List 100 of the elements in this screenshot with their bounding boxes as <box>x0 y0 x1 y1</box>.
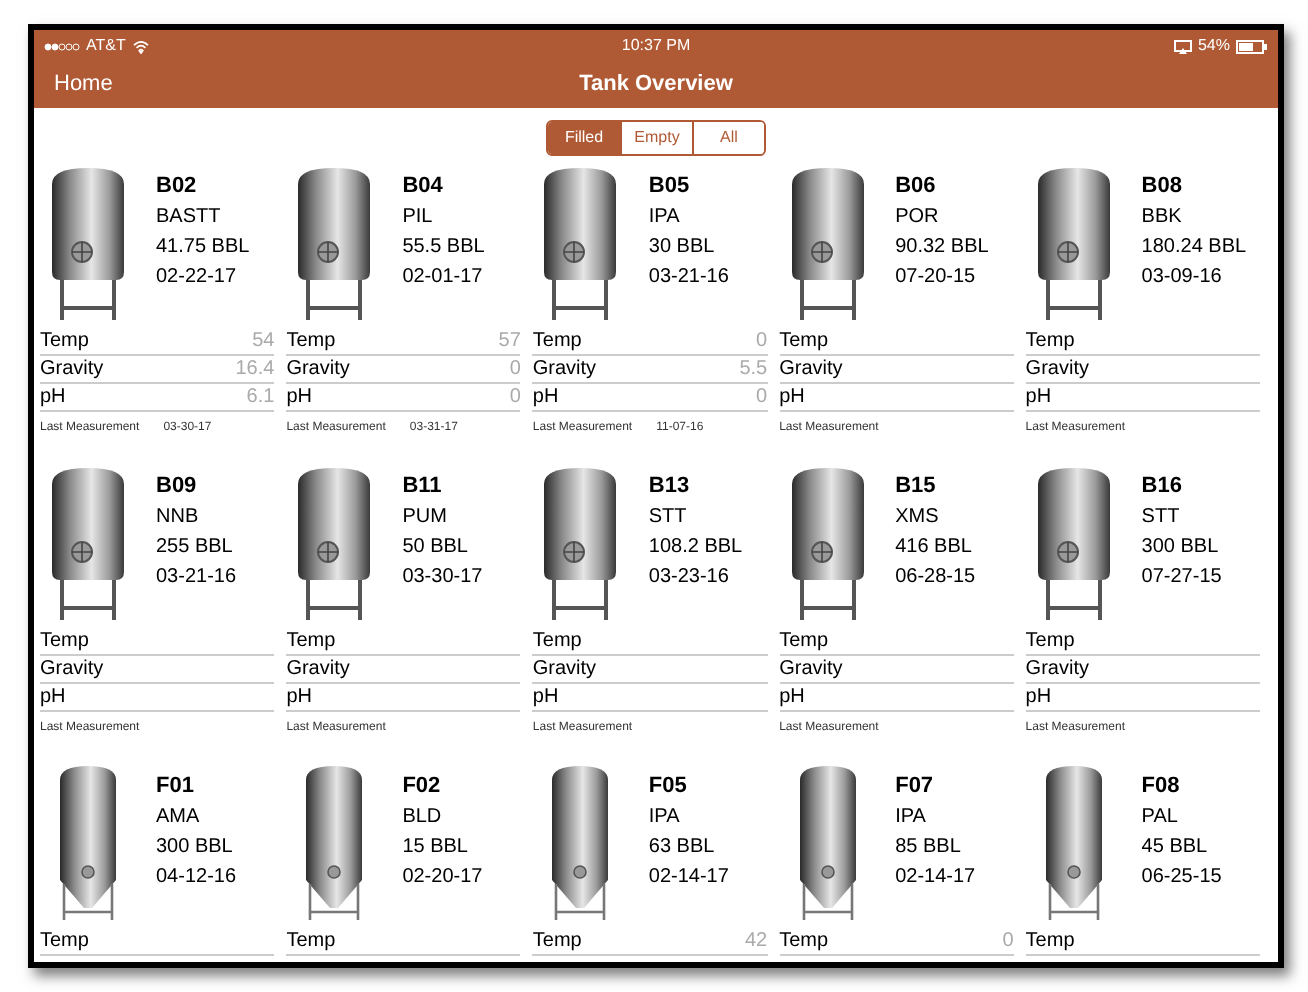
tank-id: B11 <box>402 472 444 502</box>
tank-icon <box>787 464 868 624</box>
tank-id: B16 <box>1141 472 1184 502</box>
reading-label: Temp <box>40 628 89 656</box>
fill-date: 03-09-16 <box>1141 264 1224 292</box>
beer-style: BBK <box>1141 204 1184 232</box>
tank-id: B06 <box>895 172 938 202</box>
reading-label: Gravity <box>779 356 843 384</box>
tank-icon <box>540 164 621 324</box>
tank-id: B09 <box>156 472 199 502</box>
tank-icon <box>1033 164 1114 324</box>
tank-icon <box>294 164 375 324</box>
tank-icon <box>540 464 621 624</box>
tank-icon <box>548 764 613 924</box>
battery-percent: 54% <box>1197 34 1230 58</box>
reading-label: Gravity <box>1025 656 1089 684</box>
beer-style: XMS <box>895 504 941 532</box>
reading-value: 0 <box>756 328 768 356</box>
reading-label: Gravity <box>40 356 104 384</box>
tank-volume: 85 BBL <box>895 834 963 862</box>
reading-label: Temp <box>1025 328 1075 356</box>
reading-label: Temp <box>779 328 829 356</box>
reading-label: Temp <box>779 928 829 956</box>
tank-volume: 55.5 BBL <box>402 234 485 262</box>
fill-date: 06-28-15 <box>895 564 976 592</box>
fill-date: 06-25-15 <box>1141 864 1222 892</box>
tank-volume: 300 BBL <box>156 834 235 862</box>
reading-label: pH <box>532 684 559 712</box>
tank-icon <box>302 764 367 924</box>
tank-id: B13 <box>648 472 692 502</box>
beer-style: PIL <box>402 204 435 232</box>
reading-label: pH <box>532 384 559 412</box>
reading-label: pH <box>779 384 805 412</box>
filter-tab[interactable]: All <box>692 122 764 154</box>
tank-icon <box>48 464 128 624</box>
reading-label: pH <box>1025 384 1052 412</box>
reading-label: Temp <box>40 928 89 956</box>
tank-volume: 50 BBL <box>402 534 470 562</box>
reading-value: 0 <box>1002 928 1014 956</box>
tank-id: F07 <box>895 772 936 802</box>
beer-style: STT <box>1141 504 1182 532</box>
tank-id: B02 <box>156 172 199 202</box>
home-button[interactable]: Home <box>54 68 113 102</box>
reading-label: pH <box>1025 684 1052 712</box>
tank-volume: 63 BBL <box>648 834 717 862</box>
wifi-icon <box>131 39 150 53</box>
beer-style: IPA <box>895 804 928 832</box>
reading-value: 42 <box>744 928 768 956</box>
tank-icon <box>56 764 120 924</box>
tank-id: F05 <box>648 772 689 802</box>
tank-volume: 15 BBL <box>402 834 470 862</box>
fill-date: 03-23-16 <box>648 564 731 592</box>
tank-id: B04 <box>402 172 445 202</box>
tank-icon <box>294 464 375 624</box>
tank-volume: 45 BBL <box>1141 834 1210 862</box>
fill-date: 02-22-17 <box>156 264 239 292</box>
reading-label: Temp <box>286 928 336 956</box>
fill-date: 07-27-15 <box>1141 564 1222 592</box>
reading-label: Gravity <box>1025 356 1089 384</box>
reading-label: Temp <box>779 628 829 656</box>
tank-volume: 108.2 BBL <box>648 534 743 562</box>
tank-icon <box>795 764 860 924</box>
tank-id: F02 <box>402 772 443 802</box>
tank-volume: 90.32 BBL <box>895 234 989 262</box>
reading-label: Gravity <box>532 356 597 384</box>
filter-tab[interactable]: Filled <box>548 122 620 154</box>
reading-value: 57 <box>498 328 521 356</box>
reading-label: Temp <box>532 928 582 956</box>
carrier-name: AT&T <box>86 34 126 58</box>
fill-date: 02-01-17 <box>402 264 485 292</box>
tank-id: B05 <box>648 172 692 202</box>
tank-id: B08 <box>1141 172 1184 202</box>
tank-id: F01 <box>156 772 196 802</box>
beer-style: IPA <box>648 804 682 832</box>
reading-label: pH <box>40 384 66 412</box>
reading-label: pH <box>286 684 312 712</box>
fill-date: 03-21-16 <box>648 264 729 292</box>
reading-label: Gravity <box>40 656 104 684</box>
reading-label: pH <box>779 684 805 712</box>
reading-label: Gravity <box>286 656 350 684</box>
reading-label: Gravity <box>286 356 350 384</box>
reading-label: Temp <box>1025 628 1075 656</box>
reading-label: pH <box>286 384 312 412</box>
reading-label: Temp <box>40 328 89 356</box>
reading-value: 54 <box>252 328 275 356</box>
reading-label: Temp <box>286 628 336 656</box>
reading-label: Gravity <box>532 656 597 684</box>
fill-date: 02-20-17 <box>402 864 483 892</box>
reading-label: Temp <box>532 628 582 656</box>
beer-style: AMA <box>156 804 202 832</box>
signal-icon <box>44 41 80 51</box>
beer-style: BASTT <box>156 204 223 232</box>
reading-value: 16.4 <box>235 356 275 384</box>
beer-style: STT <box>648 504 689 532</box>
reading-value: 0 <box>756 384 768 412</box>
reading-label: pH <box>40 684 66 712</box>
tank-icon <box>1041 764 1106 924</box>
tank-volume: 300 BBL <box>1141 534 1221 562</box>
fill-date: 03-30-17 <box>402 564 483 592</box>
tank-icon <box>48 164 128 324</box>
